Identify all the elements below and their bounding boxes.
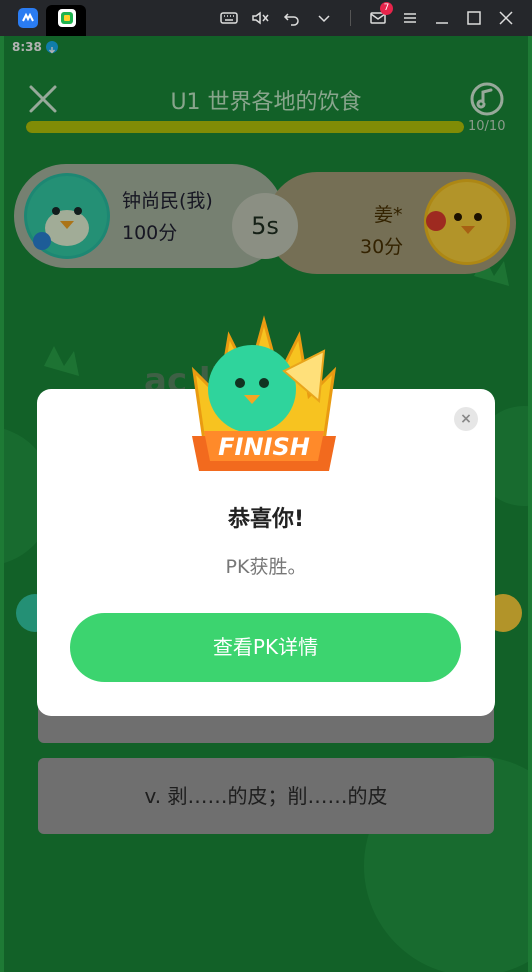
- undo-icon[interactable]: [283, 9, 301, 27]
- active-tab[interactable]: [46, 5, 86, 36]
- window-titlebar: 7: [0, 0, 532, 36]
- dialog-message: PK获胜。: [225, 556, 307, 578]
- minimize-icon[interactable]: [433, 9, 451, 27]
- titlebar-divider: [350, 10, 351, 26]
- maximize-icon[interactable]: [465, 9, 483, 27]
- close-window-icon[interactable]: [497, 9, 515, 27]
- chevron-down-icon[interactable]: [315, 9, 333, 27]
- tab-app-icon: [58, 9, 76, 27]
- app-screen: 8:38 U1 世界各地的饮食 10/10 钟尚民(我) 100分 5s 姜* …: [4, 36, 528, 972]
- finish-badge: FINISH: [174, 311, 354, 476]
- view-pk-details-button[interactable]: 查看PK详情: [70, 613, 461, 682]
- app-logo-icon[interactable]: [18, 8, 38, 28]
- dialog-title: 恭喜你!: [227, 507, 305, 532]
- mute-icon[interactable]: [251, 9, 269, 27]
- keyboard-icon[interactable]: [220, 9, 238, 27]
- dialog-close-button[interactable]: ×: [454, 407, 478, 431]
- menu-icon[interactable]: [401, 9, 419, 27]
- finish-badge-text: FINISH: [218, 433, 310, 461]
- mail-count-badge: 7: [380, 2, 393, 15]
